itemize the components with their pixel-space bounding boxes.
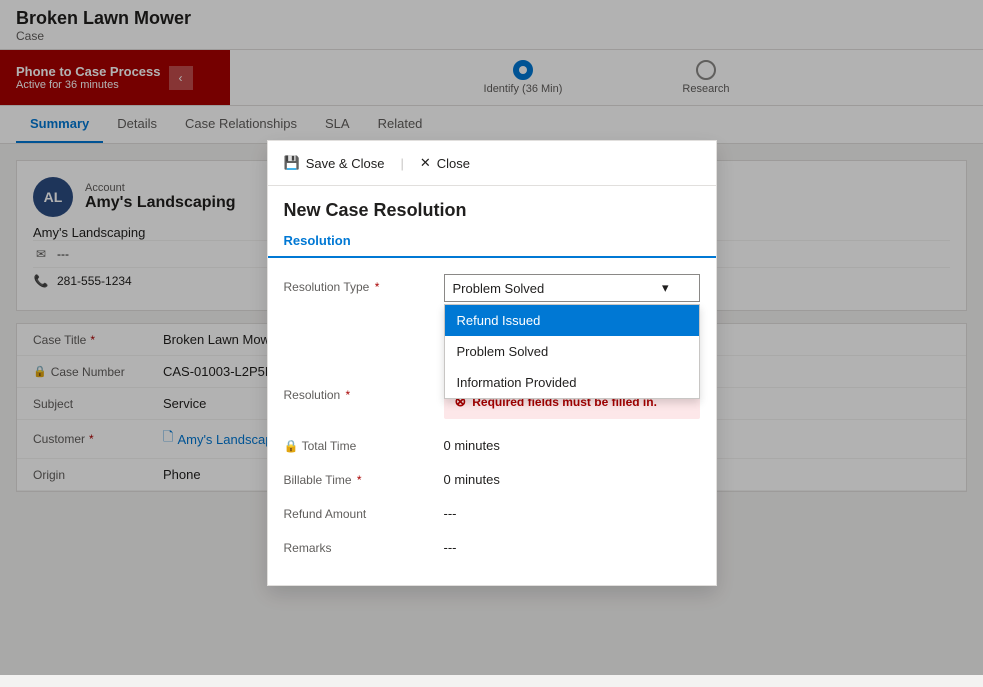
save-close-button[interactable]: 💾 Save & Close — [284, 151, 385, 175]
dropdown-item-refund-issued[interactable]: Refund Issued — [445, 305, 699, 336]
field-row-resolution-type: Resolution Type * Problem Solved ▾ Refun… — [284, 274, 700, 302]
modal-title: New Case Resolution — [268, 186, 716, 225]
lock-icon-total: 🔒 — [284, 439, 299, 453]
save-icon: 💾 — [284, 155, 300, 171]
toolbar-separator: | — [400, 156, 403, 171]
modal-toolbar: 💾 Save & Close | ✕ Close — [268, 141, 716, 186]
resolution-required: * — [346, 388, 351, 402]
resolution-type-control: Problem Solved ▾ Refund Issued Problem S… — [444, 274, 700, 302]
modal-body: Resolution Type * Problem Solved ▾ Refun… — [268, 258, 716, 585]
close-button[interactable]: ✕ Close — [420, 151, 470, 175]
remarks-label: Remarks — [284, 535, 444, 555]
field-row-total-time: 🔒 Total Time 0 minutes — [284, 433, 700, 453]
dropdown-item-information-provided[interactable]: Information Provided — [445, 367, 699, 398]
refund-amount-value: --- — [444, 501, 700, 521]
remarks-control: --- — [444, 535, 700, 555]
refund-amount-control: --- — [444, 501, 700, 521]
modal-tab-resolution[interactable]: Resolution — [284, 225, 351, 258]
new-case-resolution-modal: 💾 Save & Close | ✕ Close New Case Resolu… — [267, 140, 717, 586]
resolution-type-dropdown: Refund Issued Problem Solved Information… — [444, 304, 700, 399]
field-row-remarks: Remarks --- — [284, 535, 700, 555]
resolution-label: Resolution * — [284, 382, 444, 402]
billable-time-label: Billable Time * — [284, 467, 444, 487]
total-time-value: 0 minutes — [444, 433, 700, 453]
resolution-type-required: * — [375, 280, 380, 294]
field-row-billable-time: Billable Time * 0 minutes — [284, 467, 700, 487]
resolution-type-label: Resolution Type * — [284, 274, 444, 294]
total-time-label: 🔒 Total Time — [284, 433, 444, 453]
dropdown-item-problem-solved[interactable]: Problem Solved — [445, 336, 699, 367]
field-row-refund-amount: Refund Amount --- — [284, 501, 700, 521]
close-icon: ✕ — [420, 155, 431, 171]
total-time-control: 0 minutes — [444, 433, 700, 453]
refund-amount-label: Refund Amount — [284, 501, 444, 521]
remarks-value: --- — [444, 535, 700, 555]
billable-time-required: * — [357, 473, 362, 487]
billable-time-control: 0 minutes — [444, 467, 700, 487]
dropdown-chevron-icon: ▾ — [662, 280, 669, 296]
billable-time-value: 0 minutes — [444, 467, 700, 487]
resolution-type-select[interactable]: Problem Solved ▾ — [444, 274, 700, 302]
modal-tabs: Resolution — [268, 225, 716, 258]
modal-overlay: 💾 Save & Close | ✕ Close New Case Resolu… — [0, 0, 983, 675]
